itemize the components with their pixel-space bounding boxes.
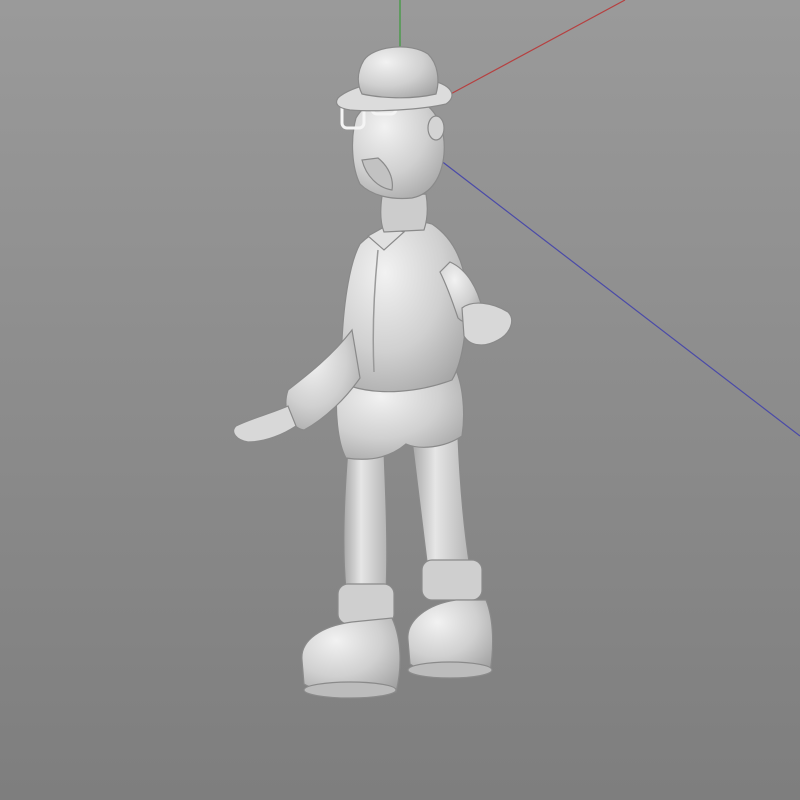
left-shoe-sole bbox=[303, 681, 397, 699]
left-sock bbox=[337, 583, 395, 625]
left-leg bbox=[343, 447, 388, 593]
head bbox=[351, 95, 445, 200]
neck bbox=[380, 193, 428, 233]
shirt bbox=[340, 221, 468, 393]
right-shoe-sole bbox=[407, 661, 493, 679]
hat-crown bbox=[357, 46, 439, 99]
3d-viewport[interactable] bbox=[0, 0, 800, 800]
viewport-canvas[interactable] bbox=[0, 0, 800, 800]
ear bbox=[427, 115, 445, 141]
right-sock bbox=[421, 559, 483, 601]
